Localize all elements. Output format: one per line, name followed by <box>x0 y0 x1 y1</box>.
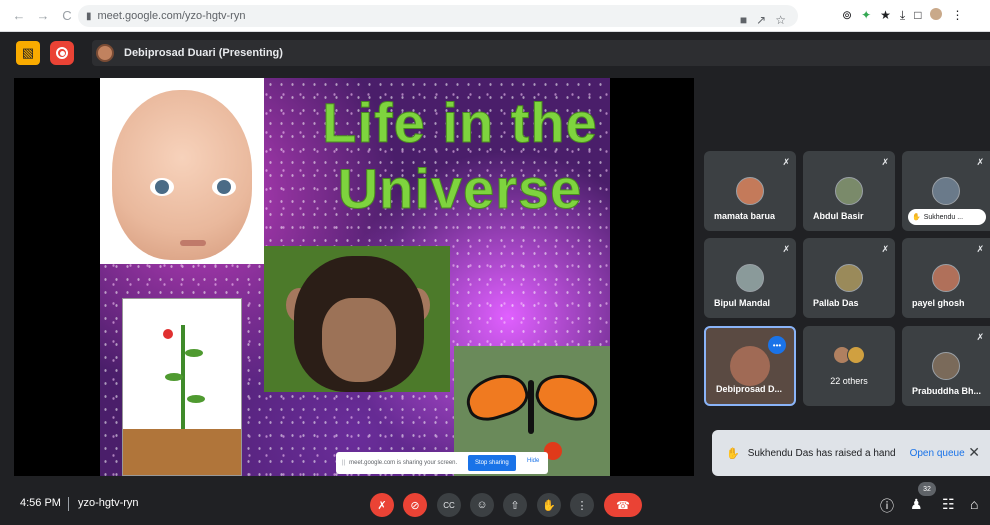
avatar <box>835 177 863 205</box>
people-count-badge: 32 <box>918 482 936 496</box>
back-icon[interactable]: ← <box>12 8 26 23</box>
screen-share-bar: || meet.google.com is sharing your scree… <box>336 452 548 474</box>
avatar <box>736 177 764 205</box>
notification-message: Sukhendu Das has raised a hand <box>747 447 896 459</box>
meeting-header: ▧ Debiprosad Duari (Presenting) <box>0 36 990 70</box>
slide-title-line-2: Universe <box>337 157 583 221</box>
mic-off-icon: ✗ <box>976 244 984 254</box>
participant-name: payel ghosh <box>912 298 965 308</box>
camera-indicator-icon[interactable]: ■ <box>740 13 747 27</box>
emoji-icon[interactable]: ☺ <box>470 493 494 517</box>
reload-icon[interactable]: C <box>60 8 74 23</box>
browser-menu-icon[interactable]: ⋮ <box>951 8 963 23</box>
close-icon[interactable]: ✕ <box>968 444 980 461</box>
more-options-icon[interactable]: ••• <box>768 336 786 354</box>
presenter-chip[interactable]: Debiprosad Duari (Presenting) <box>92 40 990 66</box>
participant-tile[interactable]: ✗ Bipul Mandal <box>704 238 796 318</box>
mic-off-icon: ✗ <box>782 244 790 254</box>
avatar <box>736 264 764 292</box>
control-bar: 4:56 PM yzo-hgtv-ryn ✗ ⊘ CC ☺ ⇧ ✋ ⋮ ☎ ⓘ … <box>0 482 990 525</box>
participant-name: Debiprosad D... <box>716 384 783 394</box>
stop-sharing-button[interactable]: Stop sharing <box>468 455 516 471</box>
url-text: meet.google.com/yzo-hgtv-ryn <box>97 10 246 22</box>
people-icon[interactable]: ♟ <box>910 496 923 513</box>
present-now-icon[interactable]: ⇧ <box>503 493 527 517</box>
mic-off-icon: ✗ <box>881 157 889 167</box>
captions-icon[interactable]: CC <box>437 493 461 517</box>
profile-avatar[interactable] <box>930 8 943 20</box>
mic-off-icon: ✗ <box>881 244 889 254</box>
camera-off-icon[interactable]: ⊘ <box>403 493 427 517</box>
record-icon <box>56 47 68 59</box>
avatar <box>932 177 960 205</box>
side-panel-icon[interactable]: □ <box>914 8 921 23</box>
extension-icon[interactable]: ⊚ <box>842 8 852 23</box>
presentation-slide: Life in the Universe || meet.google.com … <box>100 78 610 476</box>
extension-green-icon[interactable]: ✦ <box>861 8 871 23</box>
others-tile[interactable]: 22 others <box>803 326 895 406</box>
recording-button[interactable] <box>50 41 74 65</box>
participant-tile[interactable]: ✗ Abdul Basir <box>803 151 895 231</box>
hide-button[interactable]: Hide <box>527 458 539 464</box>
raised-hand-chip: ✋ Sukhendu ... <box>908 209 986 225</box>
hand-icon: ✋ <box>912 214 921 221</box>
activities-icon[interactable]: ⌂ <box>970 496 978 512</box>
address-bar[interactable]: ▮ meet.google.com/yzo-hgtv-ryn ■ ↗ ☆ <box>78 5 798 27</box>
self-video-tile[interactable]: ••• Debiprosad D... <box>704 326 796 406</box>
open-queue-link[interactable]: Open queue <box>910 448 965 459</box>
presentation-icon[interactable]: ▧ <box>16 41 40 65</box>
participant-name: Prabuddha Bh... <box>912 386 982 396</box>
plant-image <box>122 298 242 476</box>
chimpanzee-image <box>264 246 450 392</box>
browser-toolbar: ← → C ▮ meet.google.com/yzo-hgtv-ryn ■ ↗… <box>0 0 990 32</box>
divider <box>68 497 69 511</box>
drag-handle[interactable]: || <box>342 460 345 466</box>
slide-title: Life in the Universe <box>310 90 610 222</box>
presenter-avatar <box>96 44 114 62</box>
mic-off-icon: ✗ <box>976 332 984 342</box>
video-feed <box>730 346 770 386</box>
avatar <box>932 264 960 292</box>
baby-image <box>100 78 264 264</box>
hand-icon: ✋ <box>726 447 740 460</box>
participant-name: mamata barua <box>714 211 776 221</box>
forward-icon[interactable]: → <box>36 8 50 23</box>
participant-name: Bipul Mandal <box>714 298 770 308</box>
info-icon[interactable]: ⓘ <box>880 496 894 516</box>
share-icon[interactable]: ↗ <box>756 13 766 27</box>
meeting-code: yzo-hgtv-ryn <box>78 497 139 509</box>
more-options-icon[interactable]: ⋮ <box>570 493 594 517</box>
extensions-puzzle-icon[interactable]: ★ <box>880 8 891 23</box>
participant-tile[interactable]: ✗ ✋ Sukhendu ... <box>902 151 990 231</box>
participant-tile[interactable]: ✗ Pallab Das <box>803 238 895 318</box>
participant-name: Abdul Basir <box>813 211 864 221</box>
avatar <box>932 352 960 380</box>
raised-hand-notification: ✋ Sukhendu Das has raised a hand Open qu… <box>712 430 990 476</box>
bookmark-star-icon[interactable]: ☆ <box>775 13 786 27</box>
hang-up-icon[interactable]: ☎ <box>604 493 642 517</box>
avatar <box>835 264 863 292</box>
download-icon[interactable]: ⤓ <box>900 8 905 23</box>
others-avatars <box>833 346 867 366</box>
mic-off-icon[interactable]: ✗ <box>370 493 394 517</box>
current-time: 4:56 PM <box>20 497 61 509</box>
participant-tile[interactable]: ✗ mamata barua <box>704 151 796 231</box>
lock-icon[interactable]: ▮ <box>86 11 92 22</box>
mic-off-icon: ✗ <box>782 157 790 167</box>
presenter-label: Debiprosad Duari (Presenting) <box>124 47 283 59</box>
others-count: 22 others <box>830 376 868 386</box>
participant-name: Sukhendu ... <box>923 213 964 221</box>
chat-icon[interactable]: ☷ <box>942 496 955 513</box>
participant-tile[interactable]: ✗ Prabuddha Bh... <box>902 326 990 406</box>
participant-name: Pallab Das <box>813 298 859 308</box>
raise-hand-icon[interactable]: ✋ <box>537 493 561 517</box>
share-message: meet.google.com is sharing your screen. <box>349 460 458 466</box>
mic-off-icon: ✗ <box>976 157 984 167</box>
slide-title-line-1: Life in the <box>322 91 598 155</box>
participant-tile[interactable]: ✗ payel ghosh <box>902 238 990 318</box>
shared-screen: Life in the Universe || meet.google.com … <box>14 78 694 476</box>
